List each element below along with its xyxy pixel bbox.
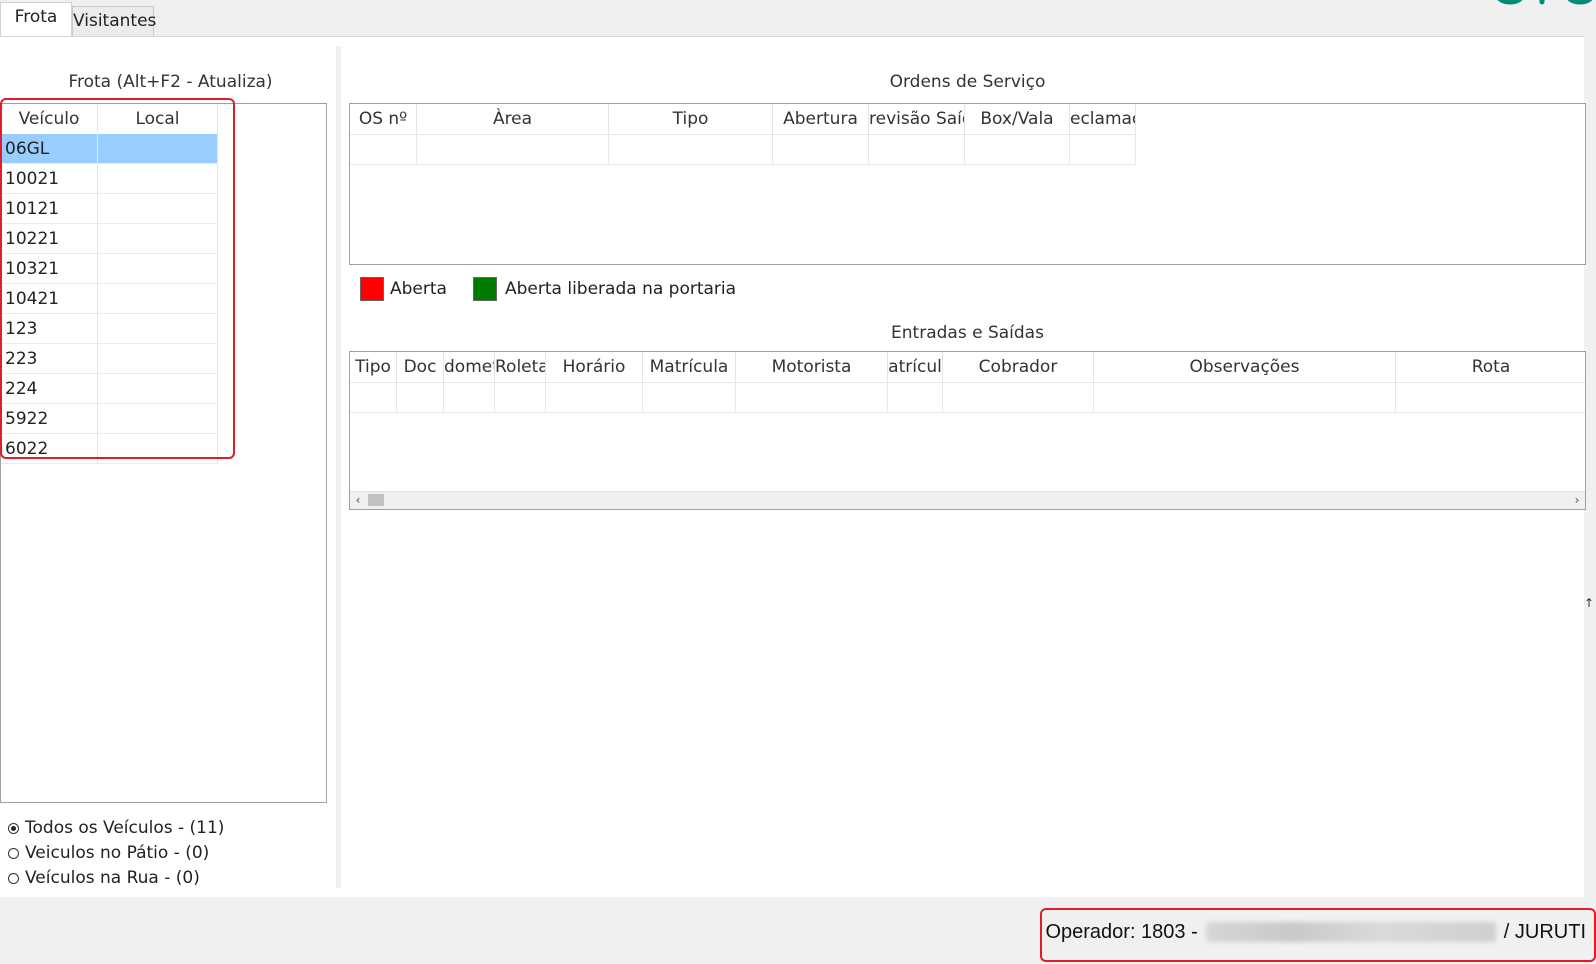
scrollbar-thumb[interactable] (368, 494, 384, 506)
legend-swatch-open (360, 277, 384, 301)
column-header-matricula-cobrador[interactable]: atrícul (888, 352, 943, 382)
entries-table[interactable]: Tipo Doc dometr Roleta Horário Matrícula… (349, 351, 1586, 510)
tab-frota[interactable]: Frota (0, 2, 72, 36)
orders-table[interactable]: OS nº Àrea Tipo Abertura revisão Saíd Bo… (349, 103, 1586, 265)
brand-logo (1486, 0, 1596, 8)
column-header-tipo[interactable]: Tipo (609, 104, 773, 134)
filter-vehicles-in-yard[interactable]: Veiculos no Pátio - (0) (8, 841, 209, 865)
tab-frota-label: Frota (14, 7, 58, 27)
column-header-box-vala[interactable]: Box/Vala (965, 104, 1070, 134)
radio-icon (8, 872, 19, 884)
column-header-rota[interactable]: Rota (1396, 352, 1585, 382)
filter-label: Veículos na Rua - (0) (25, 868, 200, 888)
column-header-odometro[interactable]: dometr (444, 352, 495, 382)
filter-vehicles-on-street[interactable]: Veículos na Rua - (0) (8, 866, 200, 890)
column-header-reclamacao[interactable]: eclamaç (1070, 104, 1136, 134)
column-header-doc[interactable]: Doc (397, 352, 444, 382)
column-header-motorista[interactable]: Motorista (736, 352, 888, 382)
column-header-tipo[interactable]: Tipo (350, 352, 397, 382)
column-header-matricula[interactable]: Matrícula (643, 352, 736, 382)
radio-icon (8, 847, 19, 859)
entries-header: Tipo Doc dometr Roleta Horário Matrícula… (350, 352, 1585, 383)
column-header-horario[interactable]: Horário (546, 352, 643, 382)
orders-header: OS nº Àrea Tipo Abertura revisão Saíd Bo… (350, 104, 1136, 135)
column-header-roleta[interactable]: Roleta (495, 352, 546, 382)
legend-label-open: Aberta (390, 279, 447, 299)
legend-swatch-released (473, 277, 497, 301)
status-highlight-box (1040, 908, 1596, 962)
table-row[interactable] (350, 134, 1136, 165)
panel-splitter[interactable] (336, 46, 341, 888)
table-row[interactable] (350, 382, 1585, 413)
filter-label: Veiculos no Pátio - (0) (25, 843, 210, 863)
orders-title: Ordens de Serviço (889, 72, 1046, 92)
fleet-title: Frota (Alt+F2 - Atualiza) (68, 72, 273, 92)
column-header-area[interactable]: Àrea (417, 104, 609, 134)
fleet-highlight-box (0, 98, 235, 459)
tab-visitantes-label: Visitantes (73, 11, 157, 31)
vertical-scroll-indicator-icon[interactable]: ↑ (1584, 596, 1594, 610)
horizontal-scrollbar[interactable]: ‹ › (350, 491, 1585, 509)
column-header-previsao-saida[interactable]: revisão Saíd (869, 104, 965, 134)
filter-label: Todos os Veículos - (11) (25, 818, 225, 838)
scroll-right-icon[interactable]: › (1569, 492, 1585, 509)
scroll-left-icon[interactable]: ‹ (350, 492, 366, 509)
filter-all-vehicles[interactable]: Todos os Veículos - (11) (8, 816, 224, 840)
column-header-abertura[interactable]: Abertura (773, 104, 869, 134)
legend-label-released: Aberta liberada na portaria (505, 279, 737, 299)
tab-visitantes[interactable]: Visitantes (72, 6, 157, 36)
column-header-observacoes[interactable]: Observações (1094, 352, 1396, 382)
entries-title: Entradas e Saídas (891, 323, 1044, 343)
column-header-cobrador[interactable]: Cobrador (943, 352, 1094, 382)
column-header-os-number[interactable]: OS nº (350, 104, 417, 134)
radio-icon (8, 822, 19, 834)
